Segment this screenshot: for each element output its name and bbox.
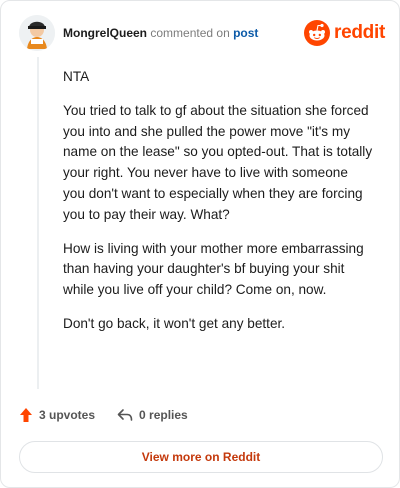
view-more-button[interactable]: View more on Reddit xyxy=(19,441,383,473)
comment-paragraph: NTA xyxy=(63,69,90,84)
comment-actions: 3 upvotes 0 replies xyxy=(19,405,188,425)
upvotes-button[interactable]: 3 upvotes xyxy=(19,407,95,423)
post-link[interactable]: post xyxy=(233,26,258,40)
comment-paragraph: You tried to talk to gf about the situat… xyxy=(63,102,373,222)
reddit-logo-icon xyxy=(304,20,331,46)
reply-arrow-icon xyxy=(117,409,133,421)
comment-header: MongrelQueen commented on post reddit xyxy=(19,15,385,55)
thread-line xyxy=(37,57,39,389)
reddit-wordmark: reddit xyxy=(334,22,385,43)
reddit-comment-card: MongrelQueen commented on post reddit NT… xyxy=(0,0,400,488)
upvote-arrow-icon xyxy=(20,408,32,422)
replies-button[interactable]: 0 replies xyxy=(117,408,188,422)
comment-byline: MongrelQueen commented on post xyxy=(63,25,258,41)
comment-paragraph: Don't go back, it won't get any better. xyxy=(63,315,286,331)
user-avatar-icon[interactable] xyxy=(19,15,55,51)
comment-paragraph: How is living with your mother more emba… xyxy=(63,240,364,298)
commented-on-label: commented on xyxy=(150,26,230,40)
reddit-brand[interactable]: reddit xyxy=(304,20,385,46)
username[interactable]: MongrelQueen xyxy=(63,26,147,40)
upvotes-count: 3 upvotes xyxy=(39,408,96,422)
comment-body: NTA You tried to talk to gf about the si… xyxy=(63,67,373,348)
replies-count: 0 replies xyxy=(139,408,188,422)
